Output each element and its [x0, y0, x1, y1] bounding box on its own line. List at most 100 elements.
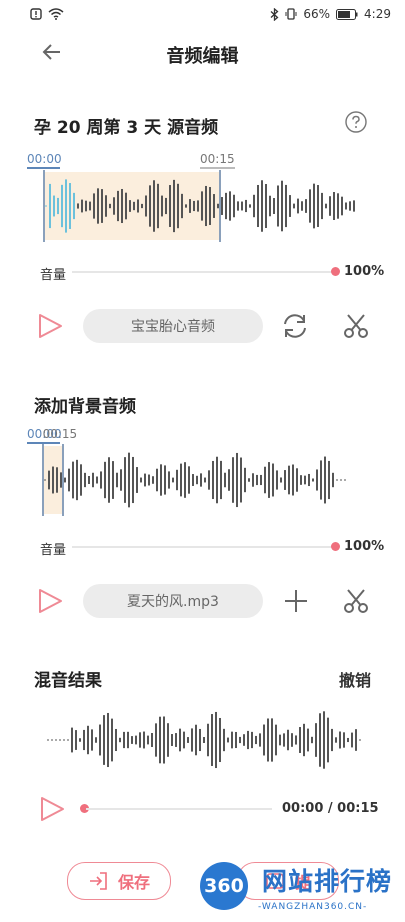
wave-bar — [217, 203, 219, 209]
wave-bar — [149, 185, 151, 227]
wave-bar — [188, 466, 190, 494]
wave-bar — [124, 457, 126, 503]
wave-bar — [312, 478, 314, 482]
wave-bar — [353, 200, 355, 212]
source-clip-name[interactable]: 宝宝胎心音频 — [83, 309, 263, 343]
wave-bar — [297, 198, 299, 214]
wave-bar — [177, 183, 179, 229]
wave-bar — [84, 472, 86, 488]
background-scissors-icon[interactable] — [342, 587, 370, 615]
wave-bar — [165, 197, 167, 215]
wave-bar — [139, 732, 141, 748]
wave-bar — [319, 713, 321, 767]
wave-bar — [81, 199, 83, 213]
help-icon[interactable] — [345, 111, 367, 133]
wave-bar — [208, 470, 210, 490]
wave-bar — [192, 474, 194, 486]
scissors-icon[interactable] — [342, 312, 370, 340]
background-clip-name[interactable]: 夏天的风.mp3 — [83, 584, 263, 618]
wave-bar — [336, 479, 338, 481]
mix-waveform — [45, 704, 365, 776]
background-play-icon[interactable] — [36, 587, 64, 615]
vibrate-icon — [285, 8, 297, 20]
wave-bar — [325, 203, 327, 209]
source-volume-slider[interactable] — [72, 271, 334, 273]
wave-bar — [140, 477, 142, 483]
wave-bar — [359, 739, 361, 741]
wave-bar — [61, 184, 63, 228]
wave-bar — [223, 728, 225, 752]
wave-bar — [52, 466, 54, 494]
wave-bar — [311, 736, 313, 744]
source-end-marker[interactable] — [200, 167, 235, 169]
wave-bar — [207, 723, 209, 757]
wave-bar — [241, 201, 243, 211]
wave-bar — [59, 739, 61, 741]
add-icon[interactable] — [283, 588, 309, 614]
mix-progress-slider[interactable] — [86, 808, 272, 810]
wave-bar — [261, 180, 263, 232]
wave-bar — [172, 477, 174, 483]
wave-bar — [83, 729, 85, 751]
wave-bar — [280, 477, 282, 483]
wave-bar — [175, 733, 177, 747]
trim-handle — [42, 444, 44, 516]
wave-bar — [212, 460, 214, 500]
wave-bar — [103, 715, 105, 765]
wave-bar — [100, 471, 102, 489]
wave-bar — [136, 467, 138, 493]
wave-bar — [93, 193, 95, 219]
wave-bar — [264, 466, 266, 494]
source-volume-knob[interactable] — [331, 267, 340, 276]
wave-bar — [116, 472, 118, 488]
background-volume-knob[interactable] — [331, 542, 340, 551]
background-waveform[interactable] — [38, 444, 368, 516]
wave-bar — [184, 462, 186, 498]
wave-bar — [248, 478, 250, 482]
wave-bar — [133, 201, 135, 211]
undo-button[interactable]: 撤销 — [339, 667, 371, 691]
save-label: 保存 — [117, 873, 150, 892]
wave-bar — [335, 737, 337, 743]
wave-bar — [219, 717, 221, 763]
wave-bar — [67, 739, 69, 741]
wave-bar — [279, 734, 281, 746]
wave-bar — [71, 727, 73, 753]
wave-bar — [199, 728, 201, 752]
source-end-time: 00:15 — [200, 152, 235, 166]
background-volume-slider[interactable] — [72, 546, 334, 548]
wave-bar — [203, 737, 205, 743]
wave-bar — [153, 180, 155, 232]
wave-bar — [256, 474, 258, 486]
wave-bar — [80, 464, 82, 496]
wave-bar — [324, 456, 326, 504]
mix-play-icon[interactable] — [38, 795, 66, 823]
wave-bar — [117, 190, 119, 222]
wave-bar — [77, 203, 79, 209]
wave-bar — [247, 730, 249, 750]
wave-bar — [161, 195, 163, 217]
save-button[interactable]: 保存 — [67, 862, 171, 900]
wave-bar — [163, 716, 165, 764]
wave-bar — [189, 199, 191, 213]
wave-bar — [75, 730, 77, 750]
wave-bar — [304, 475, 306, 485]
source-play-icon[interactable] — [36, 312, 64, 340]
wave-bar — [257, 184, 259, 228]
wave-bar — [132, 456, 134, 504]
wave-bar — [349, 201, 351, 211]
source-start-marker[interactable] — [27, 167, 60, 169]
wave-bar — [120, 469, 122, 491]
replace-icon[interactable] — [280, 312, 310, 340]
source-waveform[interactable] — [35, 170, 365, 242]
wave-bar — [243, 734, 245, 746]
wave-bar — [320, 460, 322, 500]
background-section-title: 添加背景音频 — [34, 397, 136, 417]
wave-bar — [296, 468, 298, 492]
wave-bar — [76, 459, 78, 501]
wave-bar — [108, 457, 110, 503]
wave-bar — [112, 461, 114, 499]
wave-bar — [181, 193, 183, 219]
mix-time-display: 00:00 / 00:15 — [282, 801, 379, 816]
background-volume-value: 100% — [344, 539, 385, 554]
